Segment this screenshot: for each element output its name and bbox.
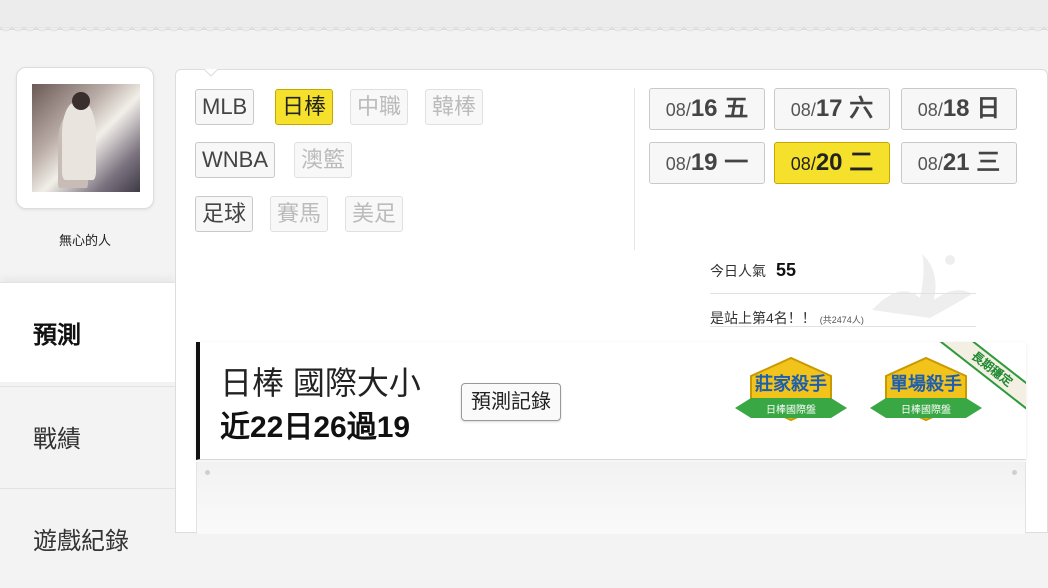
username[interactable]: 無心的人: [0, 230, 170, 249]
dealer-killer-badge: 莊家殺手 日棒國際盤: [735, 356, 847, 422]
popularity-value: 55: [776, 260, 797, 280]
popularity-line: 今日人氣 55: [710, 260, 796, 281]
svg-text:單場殺手: 單場殺手: [890, 373, 962, 394]
svg-text:日棒國際盤: 日棒國際盤: [766, 403, 816, 416]
avatar-card[interactable]: [16, 67, 154, 209]
avatar-figure-head: [72, 92, 90, 110]
stats-divider: [710, 293, 976, 294]
nav-item-predict[interactable]: 預測: [0, 282, 175, 382]
date-0816[interactable]: 08/16 五: [649, 88, 765, 130]
date-0817[interactable]: 08/17 六: [774, 88, 890, 130]
prediction-banner: 日棒 國際大小 近22日26過19 預測記錄 莊家殺手 日棒國際盤 單場殺手 日…: [196, 342, 1026, 460]
lower-content-area: [196, 462, 1026, 534]
date-0820[interactable]: 08/20 二: [774, 142, 890, 184]
rank-line: 是站上第4名！！ (共2474人): [710, 308, 864, 328]
date-0819[interactable]: 08/19 一: [649, 142, 765, 184]
date-0818[interactable]: 08/18 日: [901, 88, 1017, 130]
league-tab-kbo: 韓棒: [425, 89, 484, 125]
avatar-figure: [62, 102, 96, 180]
rank-total: (共2474人): [819, 315, 864, 325]
panel-notch: [204, 69, 218, 77]
league-tab-mlb[interactable]: MLB: [195, 89, 255, 125]
league-tab-wnba[interactable]: WNBA: [195, 142, 275, 178]
corner-dot: [205, 470, 210, 475]
rank-text: 是站上第4名！！: [710, 310, 816, 326]
scalloped-edge: [0, 27, 1048, 35]
filter-divider: [634, 88, 635, 250]
nav-item-game-history[interactable]: 遊戲紀錄: [0, 488, 175, 588]
single-game-killer-badge: 單場殺手 日棒國際盤: [870, 356, 982, 422]
corner-dot: [1012, 470, 1017, 475]
league-tab-cpbl: 中職: [350, 89, 409, 125]
nav-item-record[interactable]: 戰績: [0, 386, 175, 486]
stats-divider-2: [710, 326, 976, 327]
sidebar: 無心的人 預測 戰績 遊戲紀錄: [0, 60, 175, 588]
league-tab-soccer[interactable]: 足球: [195, 196, 254, 232]
prediction-history-button[interactable]: 預測記錄: [461, 383, 561, 421]
popularity-label: 今日人氣: [710, 263, 766, 279]
avatar[interactable]: [32, 84, 140, 192]
league-tab-horse-racing: 賽馬: [270, 196, 329, 232]
banner-title: 日棒 國際大小: [220, 365, 421, 401]
svg-text:莊家殺手: 莊家殺手: [755, 373, 827, 394]
date-0821[interactable]: 08/21 三: [901, 142, 1017, 184]
svg-text:日棒國際盤: 日棒國際盤: [901, 403, 951, 416]
league-tab-nfl: 美足: [345, 196, 404, 232]
top-band: [0, 0, 1048, 35]
watermark-logo-icon: [872, 254, 972, 318]
league-tab-nbl: 澳籃: [294, 142, 353, 178]
banner-record: 近22日26過19: [220, 411, 411, 444]
league-tab-npb[interactable]: 日棒: [275, 89, 334, 125]
main-panel: MLB 日棒 中職 韓棒 WNBA 澳籃 足球 賽馬 美足 08/16 五 08…: [175, 69, 1048, 534]
